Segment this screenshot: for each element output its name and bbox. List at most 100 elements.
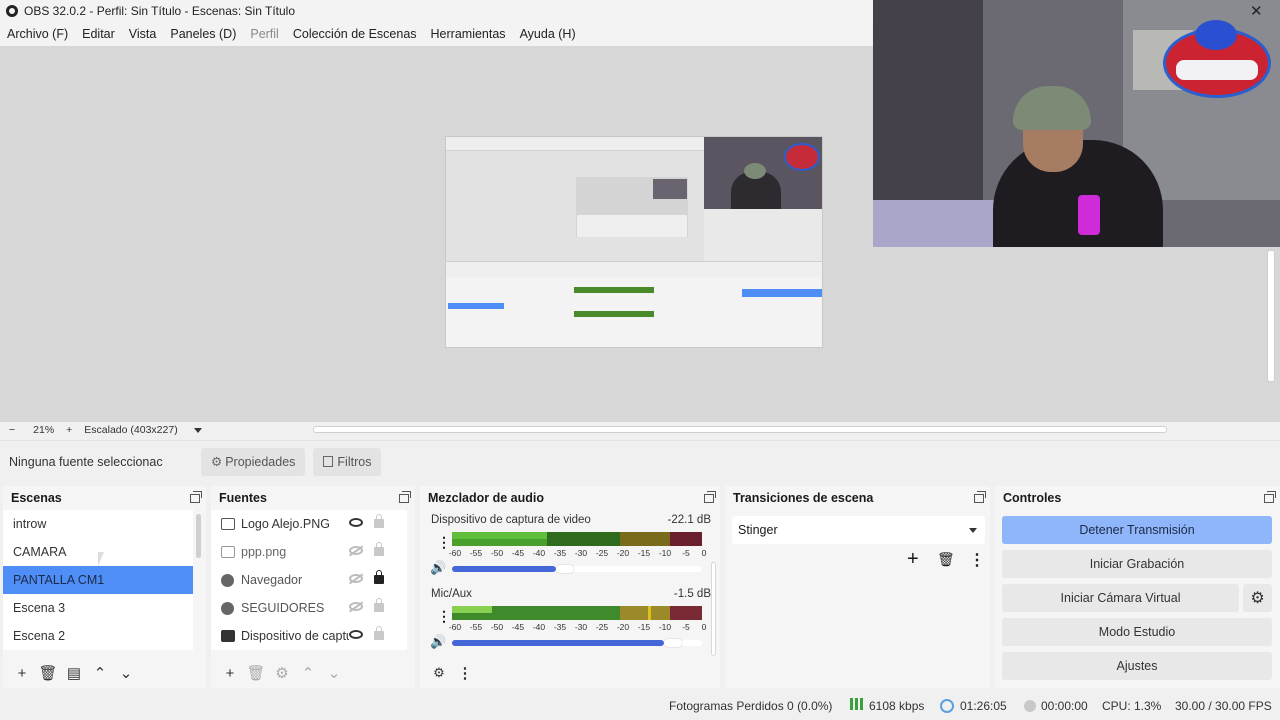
eye-icon[interactable] xyxy=(349,630,363,639)
source-name: Logo Alejo.PNG xyxy=(241,517,330,531)
source-item[interactable]: SEGUIDORES xyxy=(211,594,407,622)
lock-open-icon[interactable] xyxy=(374,598,384,612)
zoom-value: 21% xyxy=(33,424,55,436)
trash-icon[interactable]: 🗑 xyxy=(245,662,267,684)
add-icon[interactable]: + xyxy=(11,662,33,684)
transitions-dock: Transiciones de escena Stinger + 🗑 ⋮ xyxy=(725,486,990,688)
source-name: ppp.png xyxy=(241,545,287,559)
controls-dock: Controles Detener Transmisión Iniciar Gr… xyxy=(995,486,1280,688)
trash-icon[interactable]: 🗑 xyxy=(937,551,955,568)
move-down-icon[interactable]: ⌄ xyxy=(323,662,345,684)
float-dock-icon[interactable] xyxy=(190,490,202,503)
mixer-menu-icon[interactable]: ⋮ xyxy=(454,662,476,684)
studio-mode-button[interactable]: Modo Estudio xyxy=(1002,618,1272,646)
record-time: 00:00:00 xyxy=(1041,699,1088,713)
eye-off-icon[interactable] xyxy=(349,546,363,555)
scene-item[interactable]: Escena 3 xyxy=(3,594,193,622)
trash-icon[interactable]: 🗑 xyxy=(37,662,59,684)
menu-tools[interactable]: Herramientas xyxy=(431,27,506,41)
chevron-down-icon xyxy=(969,527,977,533)
source-item[interactable]: Navegador xyxy=(211,566,407,594)
scene-filters-icon[interactable]: ▤ xyxy=(63,662,85,684)
lock-icon[interactable] xyxy=(374,570,384,584)
add-icon[interactable]: + xyxy=(907,548,919,571)
float-dock-icon[interactable] xyxy=(399,490,411,503)
float-dock-icon[interactable] xyxy=(704,490,716,503)
chevron-down-icon[interactable] xyxy=(193,427,202,433)
gear-icon[interactable]: ⚙ xyxy=(271,662,293,684)
scene-item-selected[interactable]: PANTALLA CM1 xyxy=(3,566,193,594)
eye-off-icon[interactable] xyxy=(349,602,363,611)
no-source-label: Ninguna fuente seleccionac xyxy=(9,454,163,469)
scenes-scrollbar[interactable] xyxy=(196,514,201,558)
lock-open-icon[interactable] xyxy=(374,626,384,640)
lock-open-icon[interactable] xyxy=(374,514,384,528)
preview-canvas[interactable] xyxy=(445,136,823,348)
dropped-frames: Fotogramas Perdidos 0 (0.0%) xyxy=(669,699,833,713)
menu-file[interactable]: Archivo (F) xyxy=(7,27,68,41)
menu-profile[interactable]: Perfil xyxy=(250,27,278,41)
meter-ticks: -60 -55 -50 -45 -40 -35 -30 -25 -20 -15 -10 -5 0 xyxy=(448,622,707,632)
image-icon xyxy=(221,518,235,530)
gear-icon: ⚙ xyxy=(211,455,223,469)
menu-scene-collection[interactable]: Colección de Escenas xyxy=(293,27,417,41)
settings-button[interactable]: Ajustes xyxy=(1002,652,1272,680)
menu-view[interactable]: Vista xyxy=(129,27,157,41)
preview-horizontal-scrollbar[interactable] xyxy=(313,426,1167,433)
advanced-audio-icon[interactable]: ⚙ xyxy=(428,662,450,684)
virtual-camera-settings-button[interactable]: ⚙ xyxy=(1243,584,1272,612)
properties-button[interactable]: ⚙ Propiedades xyxy=(201,447,306,476)
volume-slider[interactable] xyxy=(452,639,702,647)
scaling-label: Escalado (403x227) xyxy=(84,424,178,436)
float-dock-icon[interactable] xyxy=(1264,490,1276,503)
signal-icon xyxy=(850,698,864,710)
move-up-icon[interactable]: ⌃ xyxy=(297,662,319,684)
filters-label: Filtros xyxy=(337,454,372,469)
start-virtual-camera-button[interactable]: Iniciar Cámara Virtual xyxy=(1002,584,1239,612)
audio-meter xyxy=(452,532,702,546)
browser-icon xyxy=(221,601,234,615)
volume-icon[interactable]: 🔊 xyxy=(430,634,446,650)
scenes-title: Escenas xyxy=(11,491,62,505)
source-name: SEGUIDORES xyxy=(241,601,325,615)
zoom-in-button[interactable]: + xyxy=(66,424,72,436)
menu-docks[interactable]: Paneles (D) xyxy=(170,27,236,41)
close-icon[interactable]: ✕ xyxy=(1250,2,1263,20)
start-recording-button[interactable]: Iniciar Grabación xyxy=(1002,550,1272,578)
volume-icon[interactable]: 🔊 xyxy=(430,560,446,576)
audio-meter xyxy=(452,606,702,620)
context-bar: Ninguna fuente seleccionac ⚙ Propiedades… xyxy=(0,440,1280,482)
meter-ticks: -60 -55 -50 -45 -40 -35 -30 -25 -20 -15 -10 -5 0 xyxy=(448,548,707,558)
preview-scrollbar[interactable] xyxy=(1267,250,1275,382)
sources-title: Fuentes xyxy=(219,491,267,505)
eye-off-icon[interactable] xyxy=(349,574,363,583)
transition-menu-icon[interactable]: ⋮ xyxy=(969,550,985,570)
lock-open-icon[interactable] xyxy=(374,542,384,556)
add-icon[interactable]: + xyxy=(219,662,241,684)
transition-select[interactable]: Stinger xyxy=(732,516,985,544)
bitrate: 6108 kbps xyxy=(869,699,925,713)
scenes-dock: Escenas introw CAMARA PANTALLA CM1 Escen… xyxy=(3,486,206,688)
mixer-scrollbar[interactable] xyxy=(711,562,716,656)
menu-help[interactable]: Ayuda (H) xyxy=(520,27,576,41)
scene-item[interactable]: introw xyxy=(3,510,193,538)
menu-edit[interactable]: Editar xyxy=(82,27,115,41)
zoom-out-button[interactable]: − xyxy=(9,424,15,436)
eye-icon[interactable] xyxy=(349,518,363,527)
filters-button[interactable]: Filtros xyxy=(313,447,382,476)
scene-item[interactable]: Escena 2 xyxy=(3,622,193,650)
volume-slider[interactable] xyxy=(452,565,702,573)
move-up-icon[interactable]: ⌃ xyxy=(89,662,111,684)
sources-list: Logo Alejo.PNG ppp.png Navegador SEGUIDO… xyxy=(211,510,407,650)
streaming-icon xyxy=(940,699,954,713)
transition-value: Stinger xyxy=(738,523,778,537)
window-title: OBS 32.0.2 - Perfil: Sin Título - Escena… xyxy=(24,4,296,18)
float-dock-icon[interactable] xyxy=(974,490,986,503)
source-name: Dispositivo de captu xyxy=(241,629,349,643)
stream-time: 01:26:05 xyxy=(960,699,1007,713)
source-item[interactable]: Dispositivo de captu xyxy=(211,622,407,650)
move-down-icon[interactable]: ⌄ xyxy=(115,662,137,684)
stop-streaming-button[interactable]: Detener Transmisión xyxy=(1002,516,1272,544)
source-item[interactable]: ppp.png xyxy=(211,538,407,566)
source-item[interactable]: Logo Alejo.PNG xyxy=(211,510,407,538)
